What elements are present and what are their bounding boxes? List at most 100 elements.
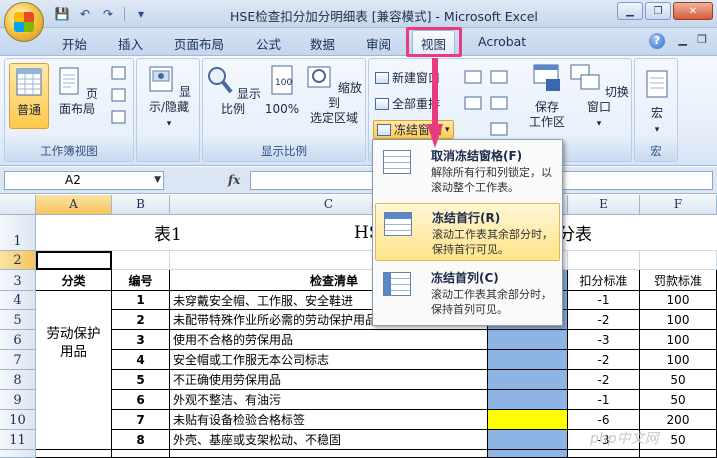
save-workspace-button[interactable]: 保存 工作区: [525, 63, 569, 130]
cell[interactable]: [568, 450, 640, 458]
cell-a2[interactable]: [36, 251, 112, 270]
column-d-cell[interactable]: [488, 410, 568, 430]
column-d-cell[interactable]: [488, 350, 568, 370]
save-icon[interactable]: 💾: [52, 5, 72, 23]
cell[interactable]: [488, 450, 568, 458]
deduct-cell[interactable]: -2: [568, 370, 640, 390]
normal-view-button[interactable]: 普通: [9, 63, 49, 129]
number-cell[interactable]: 2: [112, 310, 170, 330]
column-header-b[interactable]: B: [112, 195, 170, 215]
tab-formulas[interactable]: 公式: [256, 34, 281, 53]
cell[interactable]: [170, 450, 488, 458]
row-header[interactable]: 3: [0, 270, 36, 291]
tab-review[interactable]: 审阅: [366, 34, 391, 53]
fine-cell[interactable]: 100: [640, 310, 717, 330]
freeze-first-column-item[interactable]: 冻结首列(C) 滚动工作表其余部分时，保持首列可见。: [375, 264, 560, 322]
row-header[interactable]: 7: [0, 350, 36, 370]
row-header[interactable]: 1: [0, 215, 36, 251]
fine-cell[interactable]: 50: [640, 370, 717, 390]
page-layout-view-button[interactable]: 页面布局: [51, 67, 103, 117]
row-header[interactable]: 5: [0, 310, 36, 330]
tab-page-layout[interactable]: 页面布局: [174, 34, 224, 53]
ribbon-restore-icon[interactable]: ❐: [697, 33, 707, 46]
fine-cell[interactable]: 100: [640, 350, 717, 370]
header-number[interactable]: 编号: [112, 270, 170, 291]
deduct-cell[interactable]: -3: [568, 330, 640, 350]
checklist-cell[interactable]: 外壳、基座或支架松动、不稳固: [170, 430, 488, 450]
ribbon-minimize-icon[interactable]: ▁: [679, 33, 687, 46]
row-header[interactable]: 6: [0, 330, 36, 350]
tab-insert[interactable]: 插入: [118, 34, 143, 53]
cell[interactable]: [112, 450, 170, 458]
unfreeze-panes-item[interactable]: 取消冻结窗格(F) 解除所有行和列锁定，以滚动整个工作表。: [375, 142, 560, 200]
row-header[interactable]: 4: [0, 291, 36, 310]
row-header[interactable]: 2: [0, 251, 36, 270]
close-button[interactable]: ✕: [673, 2, 713, 20]
window-small-icons[interactable]: [463, 69, 517, 139]
number-cell[interactable]: 3: [112, 330, 170, 350]
show-hide-button[interactable]: 显示/隐藏 ▾: [141, 65, 197, 132]
column-d-cell[interactable]: [488, 330, 568, 350]
chevron-down-icon[interactable]: ▼: [154, 172, 161, 189]
freeze-top-row-item[interactable]: 冻结首行(R) 滚动工作表其余部分时，保持首行可见。: [375, 203, 560, 261]
column-header-f[interactable]: F: [640, 195, 717, 215]
deduct-cell[interactable]: -1: [568, 390, 640, 410]
zoom-to-selection-button[interactable]: 缩放到 选定区域: [305, 65, 363, 126]
cell[interactable]: [36, 450, 112, 458]
row-header[interactable]: 11: [0, 430, 36, 450]
fine-cell[interactable]: 50: [640, 390, 717, 410]
number-cell[interactable]: 5: [112, 370, 170, 390]
cell[interactable]: [112, 251, 170, 270]
deduct-cell[interactable]: -2: [568, 350, 640, 370]
checklist-cell[interactable]: 安全帽或工作服无本公司标志: [170, 350, 488, 370]
row-header[interactable]: 8: [0, 370, 36, 390]
checklist-cell[interactable]: 外观不整洁、有油污: [170, 390, 488, 410]
zoom-100-button[interactable]: 100 100%: [261, 65, 303, 117]
column-d-cell[interactable]: [488, 370, 568, 390]
row-header[interactable]: 10: [0, 410, 36, 430]
undo-icon[interactable]: ↶: [75, 5, 95, 23]
fine-cell[interactable]: 100: [640, 291, 717, 310]
header-category[interactable]: 分类: [36, 270, 112, 291]
number-cell[interactable]: 8: [112, 430, 170, 450]
tab-acrobat[interactable]: Acrobat: [478, 34, 526, 49]
fine-cell[interactable]: 100: [640, 330, 717, 350]
help-icon[interactable]: ?: [649, 33, 665, 49]
header-fine[interactable]: 罚款标准: [640, 270, 717, 291]
deduct-cell[interactable]: -2: [568, 310, 640, 330]
header-deduct[interactable]: 扣分标准: [568, 270, 640, 291]
deduct-cell[interactable]: -6: [568, 410, 640, 430]
column-d-cell[interactable]: [488, 430, 568, 450]
tab-data[interactable]: 数据: [310, 34, 335, 53]
name-box[interactable]: A2 ▼: [4, 171, 164, 190]
checklist-cell[interactable]: 未贴有设备检验合格标签: [170, 410, 488, 430]
column-d-cell[interactable]: [488, 390, 568, 410]
switch-windows-button[interactable]: 切换窗口 ▾: [569, 63, 629, 132]
other-views-icons[interactable]: [111, 65, 127, 125]
cell[interactable]: [640, 450, 717, 458]
cell[interactable]: [640, 251, 717, 270]
cell[interactable]: [568, 251, 640, 270]
checklist-cell[interactable]: 不正确使用劳保用品: [170, 370, 488, 390]
deduct-cell[interactable]: -1: [568, 291, 640, 310]
tab-home[interactable]: 开始: [62, 34, 87, 53]
checklist-cell[interactable]: 使用不合格的劳保用品: [170, 330, 488, 350]
column-header-e[interactable]: E: [568, 195, 640, 215]
select-all-corner[interactable]: [0, 195, 36, 215]
macros-button[interactable]: 宏 ▾: [637, 69, 677, 138]
office-button[interactable]: [4, 2, 44, 42]
zoom-button[interactable]: 显示比例: [205, 65, 261, 117]
fine-cell[interactable]: 200: [640, 410, 717, 430]
number-cell[interactable]: 7: [112, 410, 170, 430]
row-header[interactable]: 9: [0, 390, 36, 410]
customize-icon[interactable]: ▾: [131, 5, 151, 23]
number-cell[interactable]: 1: [112, 291, 170, 310]
number-cell[interactable]: 6: [112, 390, 170, 410]
insert-function-icon[interactable]: fx: [228, 173, 240, 187]
category-cell[interactable]: 劳动保护 用品: [36, 291, 112, 450]
column-header-a[interactable]: A: [36, 195, 112, 215]
minimize-button[interactable]: ▁: [617, 2, 643, 20]
number-cell[interactable]: 4: [112, 350, 170, 370]
redo-icon[interactable]: ↷: [98, 5, 118, 23]
restore-button[interactable]: ❐: [645, 2, 671, 20]
